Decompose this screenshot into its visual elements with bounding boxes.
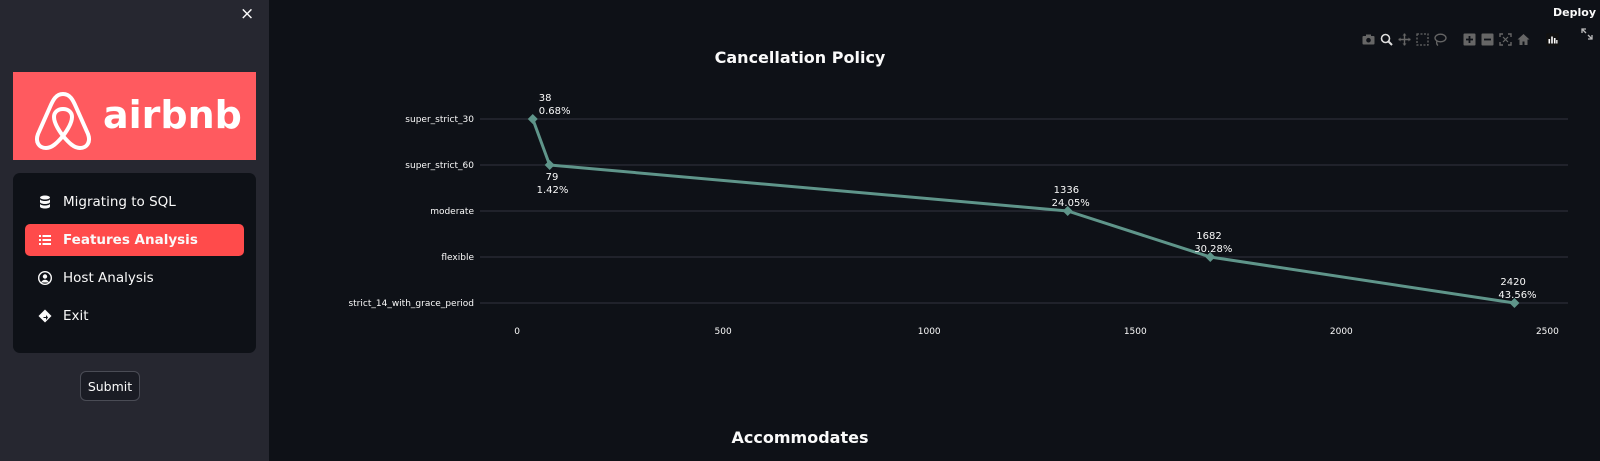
accommodates-chart-title: Accommodates [731,428,869,447]
y-tick-label: super_strict_60 [405,161,474,171]
data-label-percent: 0.68% [539,106,571,117]
data-label-percent: 43.56% [1498,290,1536,301]
x-tick-label: 0 [514,327,520,337]
data-label: 1336 [1054,185,1079,196]
data-label-percent: 1.42% [537,185,569,196]
y-tick-label: super_strict_30 [405,115,474,125]
data-label: 38 [539,93,552,104]
x-tick-label: 1500 [1124,327,1147,337]
cancellation-policy-chart: super_strict_30 super_strict_60 moderate fl… [348,93,1568,337]
data-label: 2420 [1500,277,1525,288]
data-point [544,160,555,170]
data-label: 79 [546,172,559,183]
x-tick-label: 2000 [1330,327,1353,337]
x-tick-label: 500 [715,327,732,337]
x-tick-label: 1000 [918,327,941,337]
y-tick-label: flexible [441,253,474,263]
y-tick-label: strict_14_with_grace_period [348,299,474,309]
x-tick-label: 2500 [1536,327,1559,337]
data-label-percent: 30.28% [1194,244,1232,255]
y-tick-label: moderate [430,207,474,217]
data-point [527,114,538,124]
data-label-percent: 24.05% [1052,198,1090,209]
data-label: 1682 [1196,231,1221,242]
